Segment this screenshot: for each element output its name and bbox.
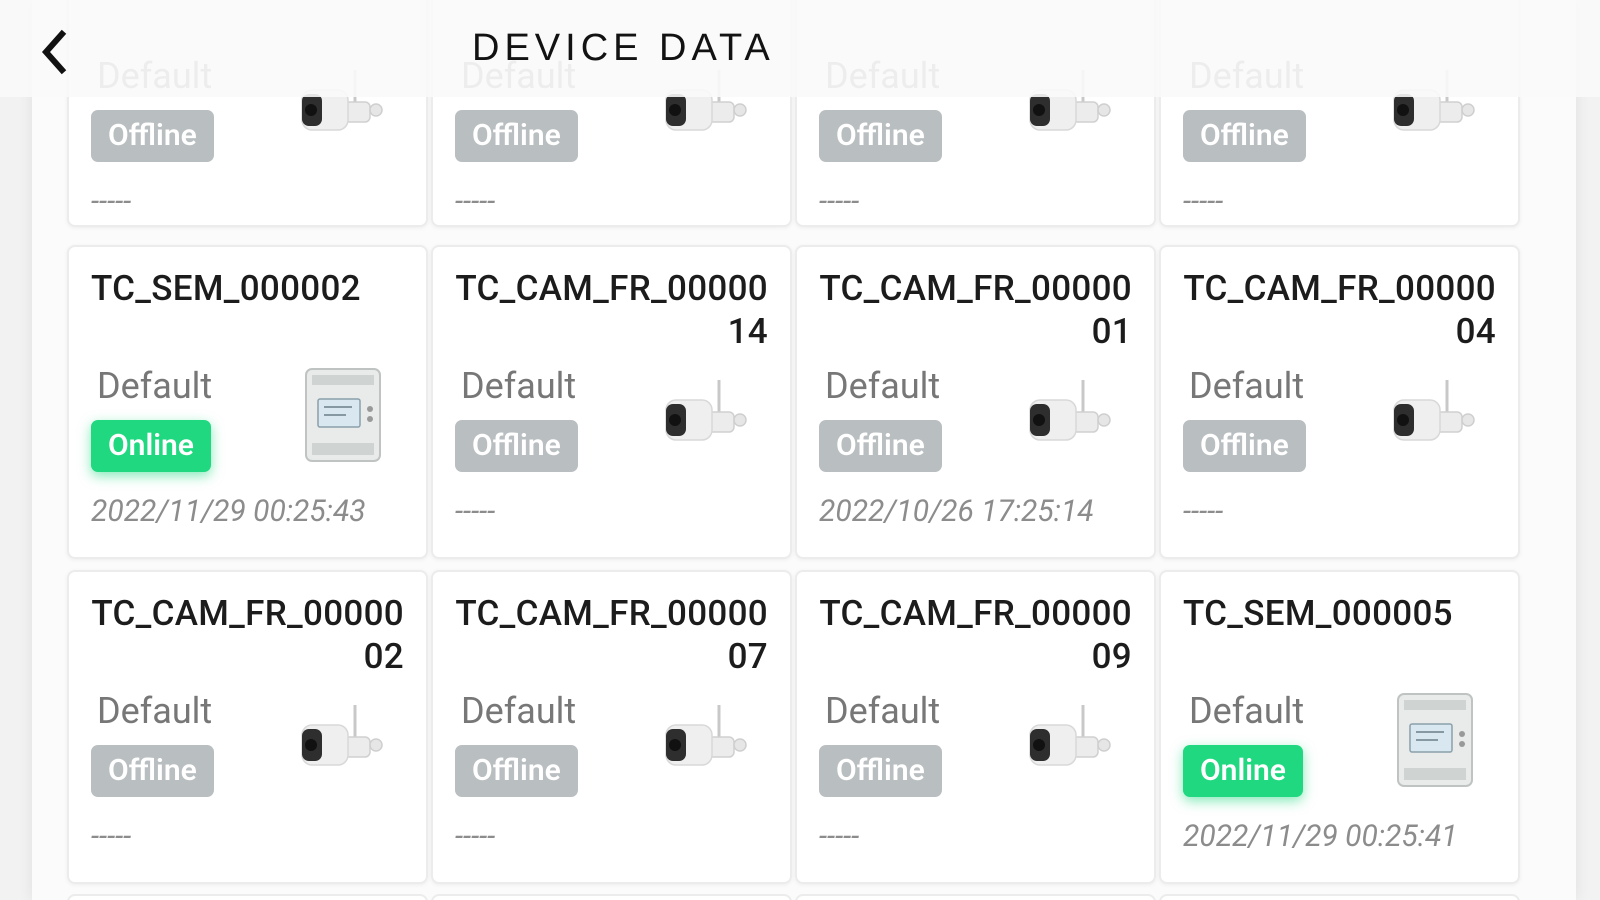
status-badge: Offline [91, 110, 214, 162]
device-group: Default [1189, 365, 1305, 407]
device-name: TC_CAM_FR_0000004 [1183, 268, 1496, 352]
device-name: TC_SEM_000002 [91, 268, 361, 309]
back-button[interactable] [36, 28, 72, 76]
device-card[interactable]: TC_SEM_000005 Default Online 2022/11/29 00:… [1159, 570, 1520, 884]
camera-icon [662, 697, 752, 787]
last-seen-time: ----- [1183, 184, 1224, 219]
device-group: Default [97, 365, 213, 407]
device-card[interactable]: TC_CAM_FR_0000007 Default Offline ----- [431, 570, 792, 884]
device-card[interactable]: TC_CAM_FR_0000001 Default Offline 2022/10/2… [795, 245, 1156, 559]
last-seen-time: ----- [455, 819, 496, 854]
device-name: TC_CAM_FR_0000007 [455, 593, 768, 677]
top-bar: DEVICE DATA [0, 0, 1600, 97]
last-seen-time: ----- [91, 184, 132, 219]
status-badge: Offline [91, 745, 214, 797]
last-seen-time: 2022/10/26 17:25:14 [819, 494, 1094, 529]
last-seen-time: ----- [819, 819, 860, 854]
last-seen-time: 2022/11/29 00:25:41 [1183, 819, 1458, 854]
status-badge: Offline [819, 745, 942, 797]
camera-icon [1390, 372, 1480, 462]
camera-icon [298, 697, 388, 787]
camera-icon [1026, 697, 1116, 787]
status-badge: Offline [455, 745, 578, 797]
meter-icon [1390, 690, 1480, 790]
device-card[interactable]: TC_CAM_FR_0000009 Default Offline ----- [795, 570, 1156, 884]
device-group: Default [825, 365, 941, 407]
device-card[interactable]: TC_CAM_FR_0000002 Default Offline ----- [67, 570, 428, 884]
device-name: TC_CAM_FR_0000009 [819, 593, 1132, 677]
camera-icon [662, 372, 752, 462]
last-seen-time: ----- [819, 184, 860, 219]
device-group: Default [1189, 690, 1305, 732]
device-group: Default [825, 690, 941, 732]
device-name: TC_CAM_FR_0000001 [819, 268, 1132, 352]
device-name: TC_SEM_000005 [1183, 593, 1453, 634]
status-badge: Offline [819, 420, 942, 472]
next-row-edge [67, 894, 1540, 900]
device-card[interactable]: TC_CAM_FR_0000014 Default Offline ----- [431, 245, 792, 559]
device-group: Default [461, 365, 577, 407]
last-seen-time: ----- [455, 494, 496, 529]
last-seen-time: 2022/11/29 00:25:43 [91, 494, 366, 529]
status-badge: Offline [819, 110, 942, 162]
last-seen-time: ----- [91, 819, 132, 854]
page-title: DEVICE DATA [472, 27, 775, 69]
last-seen-time: ----- [455, 184, 496, 219]
status-badge: Offline [455, 420, 578, 472]
device-group: Default [97, 690, 213, 732]
camera-icon [1026, 372, 1116, 462]
device-name: TC_CAM_FR_0000014 [455, 268, 768, 352]
status-badge: Offline [1183, 420, 1306, 472]
status-badge: Offline [1183, 110, 1306, 162]
status-badge: Online [91, 420, 211, 472]
status-badge: Offline [455, 110, 578, 162]
device-card[interactable]: TC_CAM_FR_0000004 Default Offline ----- [1159, 245, 1520, 559]
chevron-left-icon [41, 29, 67, 75]
last-seen-time: ----- [1183, 494, 1224, 529]
status-badge: Online [1183, 745, 1303, 797]
meter-icon [298, 365, 388, 465]
device-name: TC_CAM_FR_0000002 [91, 593, 404, 677]
device-group: Default [461, 690, 577, 732]
device-card[interactable]: TC_SEM_000002 Default Online 2022/11/29 00:… [67, 245, 428, 559]
